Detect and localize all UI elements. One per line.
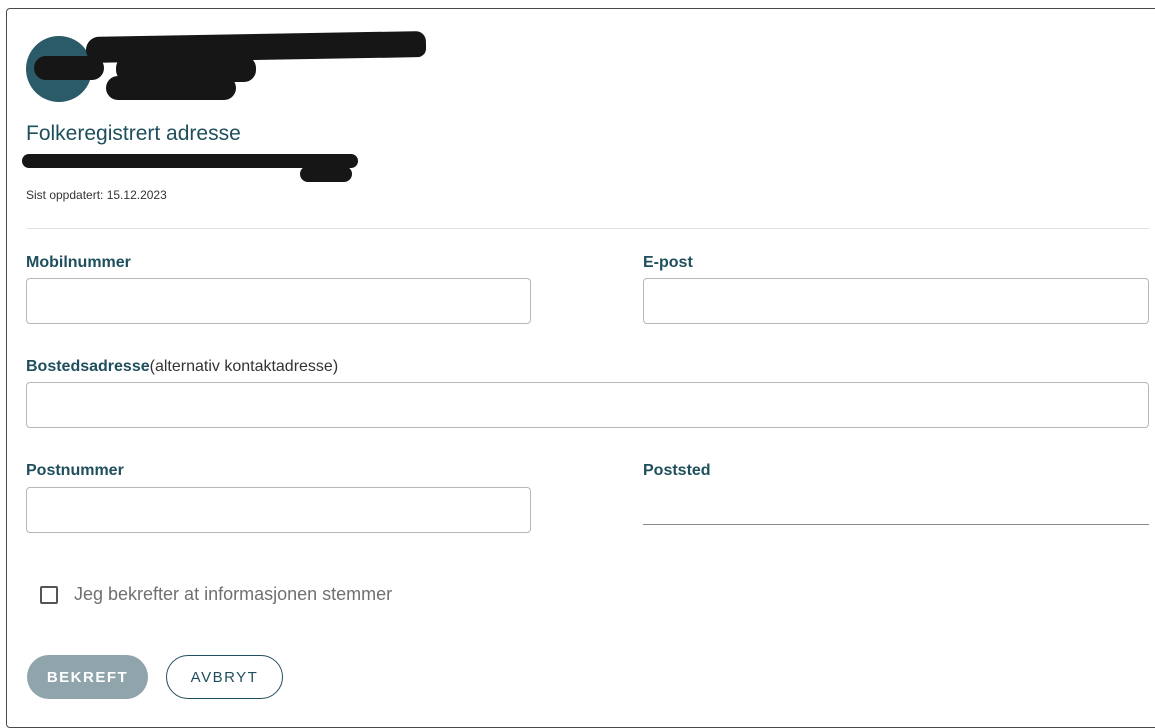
residence-address-input[interactable] <box>26 382 1149 428</box>
residence-label-text: Bostedsadresse <box>26 358 150 375</box>
residence-hint: (alternativ kontaktadresse) <box>149 358 339 375</box>
confirm-checkbox-label[interactable]: Jeg bekrefter at informasjonen stemmer <box>74 584 392 605</box>
confirm-button[interactable]: BEKREFT <box>27 655 148 699</box>
confirm-checkbox-row[interactable]: Jeg bekrefter at informasjonen stemmer <box>40 584 392 605</box>
postal-code-input[interactable] <box>26 487 531 533</box>
postal-place-label: Poststed <box>643 462 711 479</box>
mobile-label: Mobilnummer <box>26 254 131 271</box>
residence-label: Bostedsadresse(alternativ kontaktadresse… <box>26 358 338 376</box>
redacted-name <box>106 76 236 100</box>
mobile-input[interactable] <box>26 278 531 324</box>
cancel-button[interactable]: AVBRYT <box>166 655 283 699</box>
redacted-name <box>34 56 104 80</box>
postal-code-label: Postnummer <box>26 462 124 479</box>
postal-place-field <box>643 490 1149 525</box>
email-input[interactable] <box>643 278 1149 324</box>
email-label: E-post <box>643 254 693 271</box>
confirm-checkbox[interactable] <box>40 585 58 604</box>
address-heading: Folkeregistrert adresse <box>26 122 241 145</box>
last-updated-text: Sist oppdatert: 15.12.2023 <box>26 188 167 202</box>
section-divider <box>26 228 1150 229</box>
redacted-address <box>300 166 352 182</box>
